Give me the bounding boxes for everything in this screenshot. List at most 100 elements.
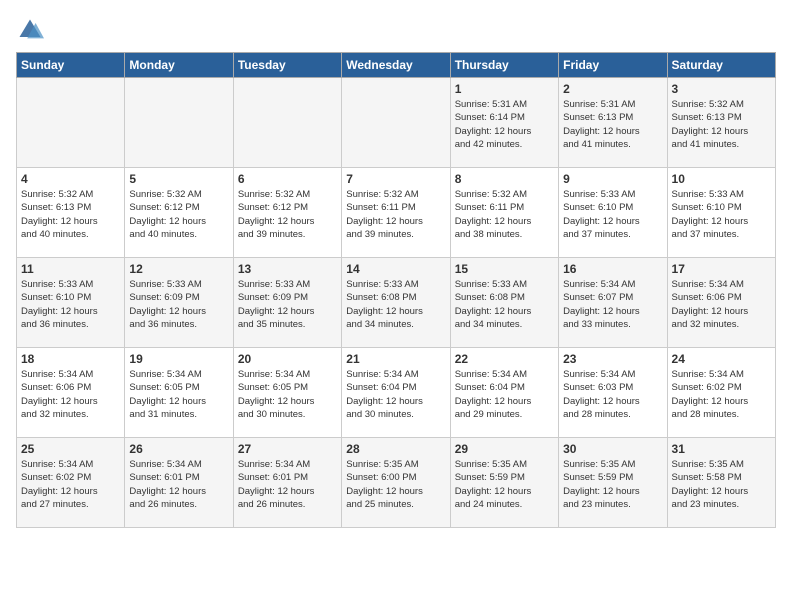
calendar-cell: 8 Sunrise: 5:32 AM Sunset: 6:11 PM Daylig…: [450, 168, 558, 258]
calendar-cell: [342, 78, 450, 168]
day-info: Sunrise: 5:35 AM Sunset: 5:59 PM Dayligh…: [455, 458, 554, 511]
day-number: 12: [129, 262, 228, 276]
week-row-5: 25 Sunrise: 5:34 AM Sunset: 6:02 PM Dayli…: [17, 438, 776, 528]
day-info: Sunrise: 5:32 AM Sunset: 6:12 PM Dayligh…: [129, 188, 228, 241]
day-info: Sunrise: 5:34 AM Sunset: 6:06 PM Dayligh…: [672, 278, 771, 331]
calendar-cell: 6 Sunrise: 5:32 AM Sunset: 6:12 PM Daylig…: [233, 168, 341, 258]
day-info: Sunrise: 5:32 AM Sunset: 6:13 PM Dayligh…: [672, 98, 771, 151]
header-row: SundayMondayTuesdayWednesdayThursdayFrid…: [17, 53, 776, 78]
calendar-cell: [233, 78, 341, 168]
day-info: Sunrise: 5:34 AM Sunset: 6:02 PM Dayligh…: [21, 458, 120, 511]
calendar-cell: 21 Sunrise: 5:34 AM Sunset: 6:04 PM Dayli…: [342, 348, 450, 438]
day-number: 26: [129, 442, 228, 456]
day-number: 5: [129, 172, 228, 186]
calendar-header: SundayMondayTuesdayWednesdayThursdayFrid…: [17, 53, 776, 78]
day-number: 3: [672, 82, 771, 96]
calendar-cell: 12 Sunrise: 5:33 AM Sunset: 6:09 PM Dayli…: [125, 258, 233, 348]
calendar-cell: 19 Sunrise: 5:34 AM Sunset: 6:05 PM Dayli…: [125, 348, 233, 438]
header-day-thursday: Thursday: [450, 53, 558, 78]
calendar-cell: 14 Sunrise: 5:33 AM Sunset: 6:08 PM Dayli…: [342, 258, 450, 348]
calendar-cell: 27Sunrise: 5:34 AM Sunset: 6:01 PM Dayli…: [233, 438, 341, 528]
calendar-cell: 2 Sunrise: 5:31 AM Sunset: 6:13 PM Daylig…: [559, 78, 667, 168]
day-number: 10: [672, 172, 771, 186]
header-day-monday: Monday: [125, 53, 233, 78]
day-number: 23: [563, 352, 662, 366]
day-info: Sunrise: 5:34 AM Sunset: 6:05 PM Dayligh…: [238, 368, 337, 421]
calendar-cell: 1 Sunrise: 5:31 AM Sunset: 6:14 PM Daylig…: [450, 78, 558, 168]
calendar-cell: 7 Sunrise: 5:32 AM Sunset: 6:11 PM Daylig…: [342, 168, 450, 258]
day-info: Sunrise: 5:34 AM Sunset: 6:07 PM Dayligh…: [563, 278, 662, 331]
day-info: Sunrise: 5:34 AM Sunset: 6:04 PM Dayligh…: [455, 368, 554, 421]
day-number: 21: [346, 352, 445, 366]
day-info: Sunrise: 5:34 AM Sunset: 6:02 PM Dayligh…: [672, 368, 771, 421]
calendar-body: 1 Sunrise: 5:31 AM Sunset: 6:14 PM Daylig…: [17, 78, 776, 528]
calendar-cell: 10Sunrise: 5:33 AM Sunset: 6:10 PM Dayli…: [667, 168, 775, 258]
day-number: 6: [238, 172, 337, 186]
day-number: 19: [129, 352, 228, 366]
day-info: Sunrise: 5:35 AM Sunset: 5:59 PM Dayligh…: [563, 458, 662, 511]
day-info: Sunrise: 5:32 AM Sunset: 6:13 PM Dayligh…: [21, 188, 120, 241]
day-number: 2: [563, 82, 662, 96]
day-number: 8: [455, 172, 554, 186]
header: [16, 16, 776, 44]
day-info: Sunrise: 5:35 AM Sunset: 6:00 PM Dayligh…: [346, 458, 445, 511]
header-day-sunday: Sunday: [17, 53, 125, 78]
day-number: 16: [563, 262, 662, 276]
day-number: 28: [346, 442, 445, 456]
day-number: 11: [21, 262, 120, 276]
day-info: Sunrise: 5:34 AM Sunset: 6:01 PM Dayligh…: [129, 458, 228, 511]
header-day-friday: Friday: [559, 53, 667, 78]
week-row-1: 1 Sunrise: 5:31 AM Sunset: 6:14 PM Daylig…: [17, 78, 776, 168]
calendar-cell: 28 Sunrise: 5:35 AM Sunset: 6:00 PM Dayli…: [342, 438, 450, 528]
day-number: 13: [238, 262, 337, 276]
day-number: 22: [455, 352, 554, 366]
header-day-saturday: Saturday: [667, 53, 775, 78]
calendar-cell: 22 Sunrise: 5:34 AM Sunset: 6:04 PM Dayli…: [450, 348, 558, 438]
day-number: 4: [21, 172, 120, 186]
day-info: Sunrise: 5:31 AM Sunset: 6:13 PM Dayligh…: [563, 98, 662, 151]
calendar-cell: 17 Sunrise: 5:34 AM Sunset: 6:06 PM Dayli…: [667, 258, 775, 348]
calendar-cell: 5 Sunrise: 5:32 AM Sunset: 6:12 PM Daylig…: [125, 168, 233, 258]
day-info: Sunrise: 5:33 AM Sunset: 6:09 PM Dayligh…: [238, 278, 337, 331]
day-info: Sunrise: 5:32 AM Sunset: 6:11 PM Dayligh…: [455, 188, 554, 241]
calendar-cell: 16 Sunrise: 5:34 AM Sunset: 6:07 PM Dayli…: [559, 258, 667, 348]
day-number: 31: [672, 442, 771, 456]
day-number: 30: [563, 442, 662, 456]
day-number: 20: [238, 352, 337, 366]
day-info: Sunrise: 5:34 AM Sunset: 6:05 PM Dayligh…: [129, 368, 228, 421]
day-info: Sunrise: 5:31 AM Sunset: 6:14 PM Dayligh…: [455, 98, 554, 151]
day-info: Sunrise: 5:34 AM Sunset: 6:06 PM Dayligh…: [21, 368, 120, 421]
calendar-cell: [125, 78, 233, 168]
day-number: 14: [346, 262, 445, 276]
day-info: Sunrise: 5:34 AM Sunset: 6:04 PM Dayligh…: [346, 368, 445, 421]
calendar-cell: 15 Sunrise: 5:33 AM Sunset: 6:08 PM Dayli…: [450, 258, 558, 348]
day-info: Sunrise: 5:34 AM Sunset: 6:03 PM Dayligh…: [563, 368, 662, 421]
day-info: Sunrise: 5:33 AM Sunset: 6:08 PM Dayligh…: [346, 278, 445, 331]
calendar-cell: 23 Sunrise: 5:34 AM Sunset: 6:03 PM Dayli…: [559, 348, 667, 438]
week-row-4: 18 Sunrise: 5:34 AM Sunset: 6:06 PM Dayli…: [17, 348, 776, 438]
day-info: Sunrise: 5:32 AM Sunset: 6:12 PM Dayligh…: [238, 188, 337, 241]
day-number: 27: [238, 442, 337, 456]
day-number: 9: [563, 172, 662, 186]
day-number: 1: [455, 82, 554, 96]
calendar-cell: 3 Sunrise: 5:32 AM Sunset: 6:13 PM Daylig…: [667, 78, 775, 168]
week-row-3: 11Sunrise: 5:33 AM Sunset: 6:10 PM Dayli…: [17, 258, 776, 348]
day-number: 17: [672, 262, 771, 276]
day-number: 29: [455, 442, 554, 456]
calendar-cell: 25 Sunrise: 5:34 AM Sunset: 6:02 PM Dayli…: [17, 438, 125, 528]
logo-icon: [16, 16, 44, 44]
day-number: 18: [21, 352, 120, 366]
day-info: Sunrise: 5:33 AM Sunset: 6:08 PM Dayligh…: [455, 278, 554, 331]
calendar-cell: 18 Sunrise: 5:34 AM Sunset: 6:06 PM Dayli…: [17, 348, 125, 438]
day-number: 24: [672, 352, 771, 366]
day-number: 7: [346, 172, 445, 186]
header-day-tuesday: Tuesday: [233, 53, 341, 78]
day-number: 15: [455, 262, 554, 276]
week-row-2: 4 Sunrise: 5:32 AM Sunset: 6:13 PM Daylig…: [17, 168, 776, 258]
day-info: Sunrise: 5:33 AM Sunset: 6:09 PM Dayligh…: [129, 278, 228, 331]
calendar-cell: 20 Sunrise: 5:34 AM Sunset: 6:05 PM Dayli…: [233, 348, 341, 438]
calendar-cell: 24 Sunrise: 5:34 AM Sunset: 6:02 PM Dayli…: [667, 348, 775, 438]
calendar-cell: 31Sunrise: 5:35 AM Sunset: 5:58 PM Dayli…: [667, 438, 775, 528]
day-info: Sunrise: 5:32 AM Sunset: 6:11 PM Dayligh…: [346, 188, 445, 241]
day-number: 25: [21, 442, 120, 456]
